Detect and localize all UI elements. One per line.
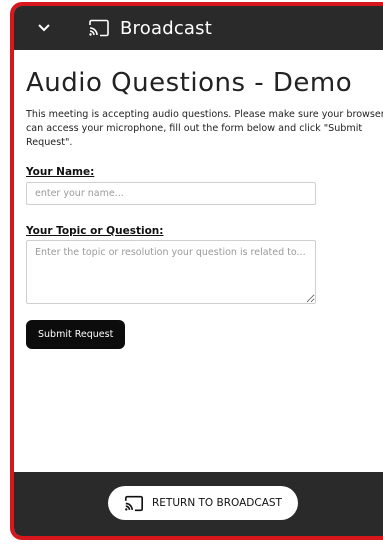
page-title: Audio Questions - Demo	[26, 68, 353, 98]
app-frame: Broadcast Audio Questions - Demo This me…	[10, 2, 383, 540]
intro-text: This meeting is accepting audio question…	[26, 109, 383, 148]
topbar-title: Broadcast	[120, 17, 212, 39]
form-content: Audio Questions - Demo This meeting is a…	[26, 50, 383, 349]
chevron-down-icon[interactable]	[22, 6, 66, 50]
cast-icon	[124, 494, 144, 512]
topic-textarea[interactable]	[26, 240, 316, 304]
return-label: RETURN TO BROADCAST	[152, 497, 282, 509]
top-bar: Broadcast	[14, 6, 383, 50]
return-to-broadcast-button[interactable]: RETURN TO BROADCAST	[108, 486, 298, 520]
cast-icon	[88, 18, 110, 38]
submit-request-button[interactable]: Submit Request	[26, 320, 126, 349]
bottom-bar: RETURN TO BROADCAST	[14, 472, 383, 536]
name-label: Your Name:	[26, 166, 95, 178]
name-input[interactable]	[26, 182, 316, 205]
topic-label: Your Topic or Question:	[26, 225, 164, 237]
